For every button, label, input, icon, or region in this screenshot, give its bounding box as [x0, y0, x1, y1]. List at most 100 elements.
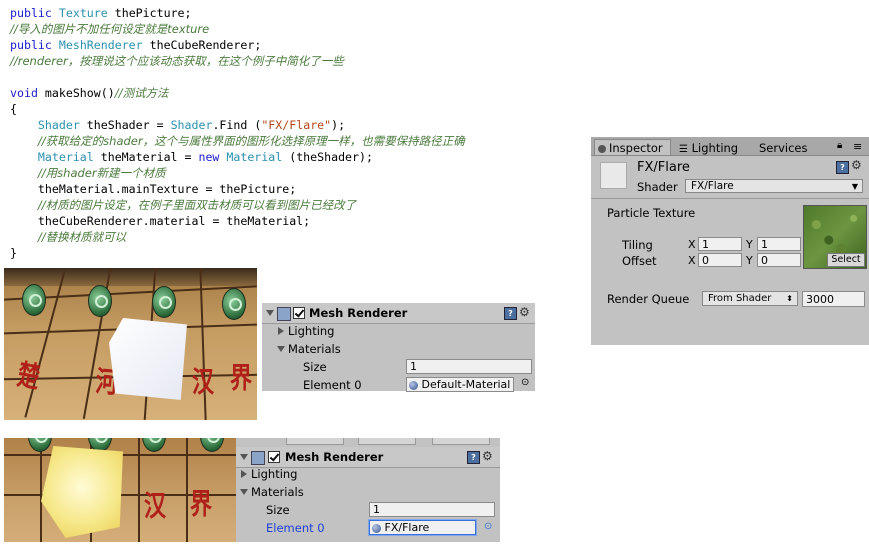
- chess-piece: [22, 284, 46, 316]
- lighting-foldout[interactable]: Lighting: [288, 324, 334, 338]
- size-field[interactable]: 1: [369, 502, 495, 517]
- strip-button[interactable]: [432, 438, 490, 445]
- tiling-label: Tiling: [622, 238, 653, 252]
- menu-icon[interactable]: ≡: [853, 140, 862, 153]
- help-icon[interactable]: ?: [504, 307, 517, 320]
- chess-piece: [222, 288, 246, 320]
- offset-x-label: X: [688, 254, 696, 267]
- board-character: 汉: [192, 365, 215, 400]
- lighting-foldout[interactable]: Lighting: [251, 467, 297, 481]
- strip-button[interactable]: [358, 438, 416, 445]
- gear-icon[interactable]: ⚙: [482, 449, 493, 463]
- code-token: Material: [226, 150, 283, 164]
- tab-lighting[interactable]: ☰ Lighting: [679, 140, 738, 156]
- board-line: [186, 438, 188, 542]
- code-token: }: [10, 246, 17, 260]
- board-character: 楚: [14, 358, 43, 396]
- code-line: public Texture thePicture;: [10, 5, 590, 21]
- code-token: Shader: [37, 118, 80, 132]
- code-line: //获取给定的shader，这个与属性界面的图形化选择原理一样，也需要保持路径正…: [10, 133, 590, 149]
- game-view-flare-material: 汉 界: [4, 438, 236, 542]
- board-character: 界: [190, 487, 213, 522]
- mesh-renderer-icon: [277, 307, 291, 321]
- element-0-field[interactable]: Default-Material: [406, 377, 514, 392]
- mesh-renderer-header: Mesh Renderer ? ⚙: [262, 303, 535, 324]
- expand-arrow-icon[interactable]: [277, 346, 285, 352]
- divider: [591, 198, 869, 199]
- code-token: makeShow(): [44, 86, 115, 100]
- code-token: );: [331, 118, 346, 132]
- chess-piece: [28, 438, 52, 452]
- render-queue-value-field[interactable]: 3000: [802, 291, 865, 307]
- mesh-renderer-panel-2: Mesh Renderer ? ⚙ Lighting Materials Siz…: [236, 447, 500, 542]
- lock-icon[interactable]: 🔒︎: [837, 140, 842, 151]
- render-queue-mode-value: From Shader: [708, 293, 772, 304]
- code-token: //renderer，按理说这个应该动态获取，在这个例子中简化了一些: [10, 54, 344, 68]
- object-picker-icon[interactable]: ⊙: [521, 377, 529, 388]
- element-0-field[interactable]: FX/Flare: [369, 520, 476, 535]
- help-icon[interactable]: ?: [467, 451, 480, 464]
- board-line: [138, 438, 140, 542]
- expand-arrow-icon[interactable]: [266, 310, 274, 316]
- tab-services[interactable]: Services: [759, 140, 808, 156]
- offset-x-field[interactable]: 0: [698, 253, 742, 267]
- code-line: }: [10, 245, 590, 261]
- code-token: theMaterial =: [93, 150, 199, 164]
- chess-piece: [200, 438, 224, 452]
- materials-foldout[interactable]: Materials: [251, 485, 304, 499]
- gear-icon[interactable]: ⚙: [519, 305, 530, 319]
- materials-foldout[interactable]: Materials: [288, 342, 341, 356]
- board-character: 界: [230, 361, 253, 396]
- code-token: Texture: [58, 6, 108, 20]
- code-token: //导入的图片不加任何设定就是texture: [10, 22, 210, 36]
- code-token: {: [10, 102, 17, 116]
- strip-button[interactable]: [286, 438, 344, 445]
- tiling-y-field[interactable]: 1: [757, 237, 801, 251]
- inspector-tab-bar: Inspector ☰ Lighting Services 🔒︎ ≡: [591, 137, 869, 156]
- code-line: {: [10, 101, 590, 117]
- texture-select-button[interactable]: Select: [827, 253, 865, 267]
- tab-inspector[interactable]: Inspector: [594, 139, 671, 155]
- code-token: "FX/Flare": [261, 118, 332, 132]
- shader-dropdown[interactable]: FX/Flare ▼: [685, 179, 863, 193]
- mesh-renderer-enabled-checkbox[interactable]: [293, 307, 305, 319]
- code-line: void makeShow()//测试方法: [10, 85, 590, 101]
- texture-thumbnail[interactable]: Select: [803, 205, 867, 269]
- size-field[interactable]: 1: [406, 359, 532, 374]
- mesh-renderer-enabled-checkbox[interactable]: [268, 451, 280, 463]
- dropdown-arrow-icon: ▼: [851, 182, 858, 191]
- material-preview-icon: [600, 162, 627, 189]
- offset-y-field[interactable]: 0: [757, 253, 801, 267]
- code-token: void: [10, 86, 45, 100]
- code-token: //用shader新建一个材质: [37, 166, 166, 180]
- mesh-renderer-title: Mesh Renderer: [309, 306, 408, 320]
- code-snippet: public Texture thePicture;//导入的图片不加任何设定就…: [10, 5, 590, 261]
- help-icon[interactable]: ?: [836, 161, 849, 174]
- code-token: Shader: [170, 118, 213, 132]
- render-queue-mode-dropdown[interactable]: From Shader ⬍: [702, 291, 798, 306]
- tab-lighting-label: Lighting: [691, 141, 739, 155]
- code-line: Material theMaterial = new Material (the…: [10, 149, 590, 165]
- stepper-arrows-icon: ⬍: [786, 294, 793, 303]
- code-token: public: [10, 6, 59, 20]
- expand-arrow-icon[interactable]: [240, 454, 248, 460]
- collapse-arrow-icon[interactable]: [278, 327, 284, 335]
- code-line: theMaterial.mainTexture = thePicture;: [10, 181, 590, 197]
- board-top-shadow: [4, 268, 257, 286]
- tiling-x-field[interactable]: 1: [698, 237, 742, 251]
- gear-icon[interactable]: ⚙: [851, 158, 862, 172]
- expand-arrow-icon[interactable]: [240, 489, 248, 495]
- board-line: [40, 438, 42, 542]
- code-token: //获取给定的shader，这个与属性界面的图形化选择原理一样，也需要保持路径正…: [37, 134, 465, 148]
- code-token: (theShader);: [282, 150, 373, 164]
- render-queue-label: Render Queue: [607, 292, 690, 306]
- code-line: public MeshRenderer theCubeRenderer;: [10, 37, 590, 53]
- chess-piece: [142, 438, 166, 452]
- object-picker-icon[interactable]: ⊙: [484, 521, 492, 532]
- collapse-arrow-icon[interactable]: [241, 470, 247, 478]
